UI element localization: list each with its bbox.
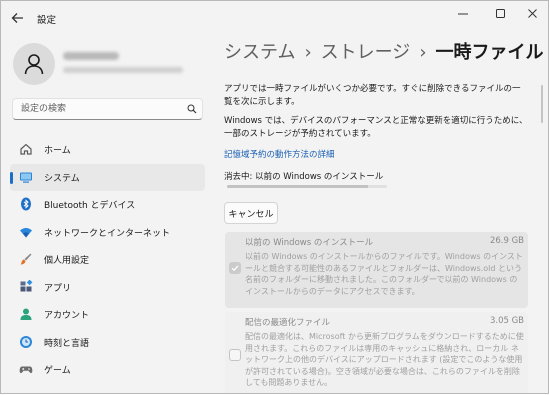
item-description: 以前の Windows のインストールからのファイルです。Windows のイン…: [245, 252, 523, 296]
profile-email-blurred: [63, 67, 183, 73]
time-language-icon: [20, 335, 32, 348]
checkmark-icon: [231, 265, 239, 272]
breadcrumb-separator: ›: [419, 42, 427, 63]
maximize-icon: [496, 9, 505, 18]
item-checkbox-checked: [229, 262, 241, 274]
item-title: 以前の Windows のインストール: [245, 238, 374, 248]
title-bar: 設定: [1, 1, 548, 35]
apps-icon: [20, 279, 33, 291]
avatar: [13, 43, 55, 85]
sidebar-item-system[interactable]: システム: [10, 163, 205, 191]
sidebar-item-bluetooth[interactable]: Bluetooth とデバイス: [10, 191, 205, 218]
close-icon: [528, 9, 537, 18]
sidebar-item-label: Bluetooth とデバイス: [44, 201, 136, 211]
page-title: 一時ファイル: [435, 42, 544, 63]
breadcrumb: システム › ストレージ › 一時ファイル: [224, 38, 544, 64]
intro-text: アプリでは一時ファイルがいくつか必要です。すぐに削除できるファイルの一覧を次に示…: [224, 84, 521, 107]
progress-fill: [227, 185, 368, 188]
user-profile[interactable]: [13, 43, 213, 91]
maximize-button[interactable]: [486, 5, 516, 23]
brush-icon: [20, 253, 32, 265]
minimize-button[interactable]: [448, 5, 478, 23]
reserved-storage-text: Windows では、デバイスのパフォーマンスと正常な更新を適切に行うために、一…: [224, 116, 528, 139]
breadcrumb-separator: ›: [304, 42, 312, 63]
breadcrumb-storage[interactable]: ストレージ: [321, 42, 411, 63]
item-description: 配信の最適化は、Microsoft から更新プログラムをダウンロードするために使…: [245, 332, 524, 387]
account-icon: [20, 308, 32, 320]
sidebar-nav: ホーム システム Bluetooth とデバイス ネットワークとインターネット …: [10, 136, 205, 384]
sidebar-item-label: アカウント: [44, 311, 90, 321]
sidebar-item-accounts[interactable]: アカウント: [10, 301, 205, 328]
cancel-button[interactable]: キャンセル: [224, 202, 278, 224]
temp-file-item-delivery-optimization: 配信の最適化ファイル 3.05 GB 配信の最適化は、Microsoft から更…: [225, 312, 528, 393]
home-icon: [20, 143, 32, 155]
sidebar-item-label: システム: [44, 173, 80, 184]
sidebar-item-label: アプリ: [44, 283, 72, 294]
cleanup-status: 消去中: 以前の Windows のインストール: [224, 172, 384, 182]
sidebar-item-label: 個人用設定: [44, 256, 90, 266]
user-icon: [24, 54, 44, 75]
scrollbar-thumb[interactable]: [541, 85, 543, 123]
sidebar-item-network[interactable]: ネットワークとインターネット: [10, 219, 205, 246]
sidebar-item-apps[interactable]: アプリ: [10, 274, 205, 301]
search-icon: [187, 104, 197, 114]
item-checkbox-unchecked: [229, 349, 241, 361]
close-button[interactable]: [518, 5, 548, 23]
temp-files-content: アプリでは一時ファイルがいくつか必要です。すぐに削除できるファイルの一覧を次に示…: [224, 83, 528, 224]
sidebar-item-label: ゲーム: [44, 366, 71, 376]
cleanup-progress-bar: [227, 185, 387, 188]
search-input[interactable]: [12, 98, 203, 120]
back-button[interactable]: [7, 7, 29, 29]
back-arrow-icon: [11, 13, 23, 23]
sidebar-item-label: ネットワークとインターネット: [44, 228, 171, 239]
temp-file-item-previous-windows: 以前の Windows のインストール 26.9 GB 以前の Windows …: [225, 232, 528, 308]
gamepad-icon: [19, 366, 33, 374]
profile-name-blurred: [63, 52, 119, 60]
sidebar-item-time-language[interactable]: 時刻と言語: [10, 329, 205, 356]
selection-indicator: [10, 171, 13, 184]
breadcrumb-system[interactable]: システム: [224, 42, 295, 63]
settings-window: 設定 ホーム システム: [0, 0, 549, 394]
sidebar-item-gaming[interactable]: ゲーム: [10, 356, 205, 383]
item-size: 26.9 GB: [489, 236, 524, 246]
window-title: 設定: [37, 15, 57, 26]
storage-reserve-link[interactable]: 記憶域予約の動作方法の詳細: [224, 148, 335, 160]
item-size: 3.05 GB: [489, 316, 524, 326]
sidebar-item-personalization[interactable]: 個人用設定: [10, 246, 205, 273]
system-display-icon: [20, 172, 32, 183]
sidebar-item-home[interactable]: ホーム: [10, 136, 205, 163]
bluetooth-icon: [21, 197, 31, 211]
sidebar-item-label: 時刻と言語: [44, 338, 90, 349]
item-title: 配信の最適化ファイル: [245, 318, 331, 328]
wifi-icon: [20, 227, 32, 237]
minimize-icon: [458, 13, 468, 15]
sidebar-item-label: ホーム: [44, 146, 71, 156]
